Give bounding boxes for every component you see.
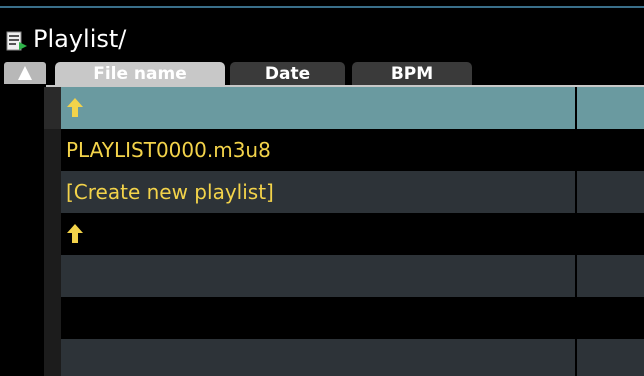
list-item-empty bbox=[0, 297, 644, 339]
list-item-empty bbox=[0, 339, 644, 376]
tab-bpm-label: BPM bbox=[390, 63, 434, 84]
row-marker bbox=[44, 87, 61, 129]
create-playlist-label: [Create new playlist] bbox=[66, 180, 274, 204]
triangle-up-icon bbox=[18, 66, 32, 80]
row-extra-cell bbox=[577, 87, 644, 129]
row-marker bbox=[44, 297, 61, 339]
tab-date[interactable]: Date bbox=[230, 62, 345, 85]
list-item-parent-directory[interactable] bbox=[0, 87, 644, 129]
row-marker bbox=[44, 213, 61, 255]
sort-order-button[interactable] bbox=[4, 62, 46, 84]
row-name-cell bbox=[61, 255, 575, 297]
up-arrow-icon bbox=[67, 224, 83, 243]
row-extra-cell bbox=[577, 297, 644, 339]
row-gutter bbox=[0, 129, 44, 171]
row-marker bbox=[44, 339, 61, 376]
tab-date-label: Date bbox=[264, 63, 311, 84]
row-extra-cell bbox=[577, 129, 644, 171]
row-name-cell bbox=[61, 213, 575, 255]
file-list: PLAYLIST0000.m3u8 [Create new playlist] bbox=[0, 87, 644, 376]
row-gutter bbox=[0, 171, 44, 213]
row-marker bbox=[44, 129, 61, 171]
top-accent-line bbox=[0, 0, 644, 8]
row-gutter bbox=[0, 297, 44, 339]
row-extra-cell bbox=[577, 255, 644, 297]
row-extra-cell bbox=[577, 213, 644, 255]
list-item-create-playlist[interactable]: [Create new playlist] bbox=[0, 171, 644, 213]
list-item-file[interactable]: PLAYLIST0000.m3u8 bbox=[0, 129, 644, 171]
list-item-empty bbox=[0, 255, 644, 297]
file-name-label: PLAYLIST0000.m3u8 bbox=[66, 138, 271, 162]
row-gutter bbox=[0, 255, 44, 297]
tab-bpm[interactable]: BPM bbox=[352, 62, 472, 85]
title-bar: Playlist/ bbox=[0, 8, 644, 58]
window-title: Playlist/ bbox=[33, 25, 127, 53]
row-name-cell: PLAYLIST0000.m3u8 bbox=[61, 129, 575, 171]
row-name-cell: [Create new playlist] bbox=[61, 171, 575, 213]
playlist-folder-icon bbox=[6, 31, 27, 51]
row-extra-cell bbox=[577, 171, 644, 213]
list-item-up[interactable] bbox=[0, 213, 644, 255]
row-gutter bbox=[0, 339, 44, 376]
tab-file-name-label: File name bbox=[93, 63, 187, 84]
row-marker bbox=[44, 255, 61, 297]
row-extra-cell bbox=[577, 339, 644, 376]
up-arrow-icon bbox=[67, 98, 83, 117]
row-name-cell bbox=[61, 87, 575, 129]
row-marker bbox=[44, 171, 61, 213]
row-gutter bbox=[0, 213, 44, 255]
tab-file-name[interactable]: File name bbox=[55, 62, 225, 85]
row-gutter bbox=[0, 87, 44, 129]
row-name-cell bbox=[61, 297, 575, 339]
row-name-cell bbox=[61, 339, 575, 376]
